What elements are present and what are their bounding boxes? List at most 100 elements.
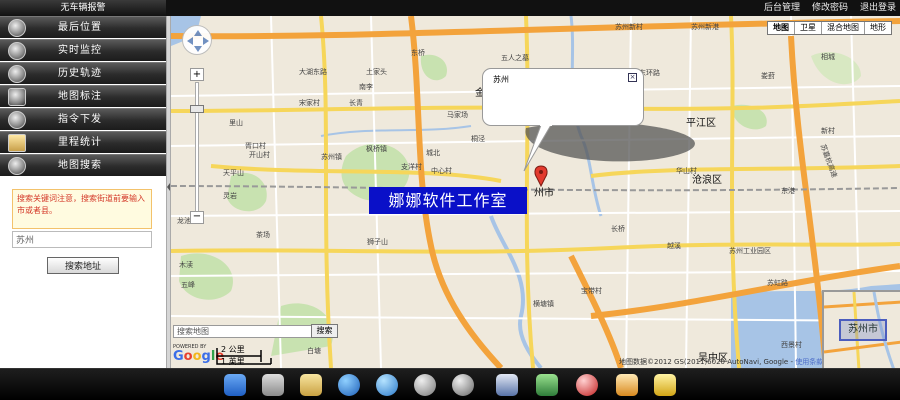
map-label: 中心村 — [431, 167, 452, 175]
info-window-tail — [523, 124, 552, 172]
top-links: 后台管理 修改密码 退出登录 — [764, 0, 896, 16]
change-password-link[interactable]: 修改密码 — [812, 0, 848, 16]
search-hint: 搜索关键词注意，搜索街道前要输入市或者县。 — [12, 189, 152, 229]
map-type-terrain[interactable]: 地形 — [864, 22, 891, 34]
command-icon — [8, 111, 26, 129]
map-label: 宝带村 — [581, 287, 602, 295]
zoom-slider-track[interactable] — [195, 82, 199, 214]
district-label: 州市 — [534, 188, 554, 199]
map-label: 相城 — [821, 53, 835, 61]
map-label: 五人之墓 — [501, 54, 529, 62]
pan-control[interactable] — [182, 25, 212, 55]
globe-icon[interactable] — [338, 374, 360, 396]
search-address-button[interactable]: 搜索地址 — [47, 257, 119, 274]
map-label: 东桥 — [411, 49, 425, 57]
clean-icon[interactable] — [654, 374, 676, 396]
settings-icon[interactable] — [536, 374, 558, 396]
map-type-hybrid[interactable]: 混合地图 — [821, 22, 864, 34]
menu-item-label: 地图标注 — [58, 91, 102, 102]
finder-icon[interactable] — [224, 374, 246, 396]
map-label: 茶场 — [256, 231, 270, 239]
menu-item-map-marker[interactable]: 地图标注 — [0, 85, 166, 107]
map-search-input[interactable]: 搜索地图 — [173, 325, 315, 338]
map-label: 桐泾 — [471, 135, 485, 143]
scale-km-label: 2 公里 — [221, 345, 245, 354]
menu-item-label: 指令下发 — [58, 114, 102, 125]
menu-item-last-position[interactable]: 最后位置 — [0, 16, 166, 38]
logout-link[interactable]: 退出登录 — [860, 0, 896, 16]
map-label: 苏虹路 — [767, 279, 788, 287]
map-canvas[interactable]: 大湖东路 土家头 东桥 南李 五人之墓 苏州新村 苏州新港 金 里山 宋家村 长… — [171, 16, 900, 368]
map-label: 开山村 — [249, 151, 270, 159]
map-label: 枫桥镇 — [366, 145, 387, 153]
map-label: 苏州工业园区 — [729, 247, 771, 255]
district-label: 平江区 — [686, 118, 716, 129]
map-label: 五峰 — [181, 281, 195, 289]
map-label: 里山 — [229, 119, 243, 127]
map-type-map[interactable]: 地图 — [768, 22, 794, 34]
tools-icon[interactable] — [496, 374, 518, 396]
map-search-icon — [8, 157, 26, 175]
map-copyright: 地图数据©2012 GS(2011)6020 AutoNavi, Google … — [619, 357, 823, 367]
app-window: 无车辆报警 后台管理 修改密码 退出登录 最后位置 实时监控 历史轨迹 地图标注… — [0, 0, 900, 400]
map-label: 西景村 — [781, 341, 802, 349]
scale-mi-label: 1 英里 — [221, 357, 245, 366]
menu-item-label: 里程统计 — [58, 137, 102, 148]
map-label: 白塘 — [307, 347, 321, 355]
menu-item-realtime-monitor[interactable]: 实时监控 — [0, 39, 166, 61]
menu-item-mileage[interactable]: 里程统计 — [0, 131, 166, 153]
studio-watermark: 娜娜软件工作室 — [369, 187, 527, 214]
app-dock — [0, 368, 900, 400]
map-label: 长青 — [349, 99, 363, 107]
apps-icon[interactable] — [616, 374, 638, 396]
mail-icon[interactable] — [262, 374, 284, 396]
menu-item-label: 最后位置 — [58, 22, 102, 33]
menu-item-map-search[interactable]: 地图搜索 — [0, 154, 166, 176]
menu-item-label: 历史轨迹 — [58, 68, 102, 79]
map-label: 新村 — [821, 127, 835, 135]
map-label: 大湖东路 — [299, 68, 327, 76]
map-label: 灵岩 — [223, 192, 237, 200]
address-search-input[interactable] — [12, 231, 152, 248]
history-track-icon — [8, 65, 26, 83]
map-label: 苏州新村 — [615, 23, 643, 31]
menu-item-history-track[interactable]: 历史轨迹 — [0, 62, 166, 84]
collapse-arrow-icon[interactable] — [167, 183, 170, 191]
map-label: 横塘镇 — [533, 300, 554, 308]
photo-icon[interactable] — [300, 374, 322, 396]
map-label: 长桥 — [611, 225, 625, 233]
terms-link[interactable]: 使用条款 — [795, 358, 823, 366]
zoom-in-button[interactable]: + — [190, 68, 204, 81]
alarm-status-label: 无车辆报警 — [0, 0, 166, 16]
map-label: 天平山 — [223, 169, 244, 177]
map-label: 宋家村 — [299, 99, 320, 107]
zoom-slider-thumb[interactable] — [190, 105, 204, 113]
district-label: 沧浪区 — [692, 175, 722, 186]
map-type-satellite[interactable]: 卫星 — [794, 22, 821, 34]
close-icon[interactable]: × — [628, 73, 637, 82]
menu-item-command[interactable]: 指令下发 — [0, 108, 166, 130]
map-label: 越溪 — [667, 242, 681, 250]
map-label: 城北 — [426, 149, 440, 157]
map-search-button[interactable]: 搜索 — [311, 324, 338, 338]
browser-icon[interactable] — [376, 374, 398, 396]
map-label: 苏州新港 — [691, 23, 719, 31]
info-window-title: 苏州 — [493, 75, 509, 84]
overview-map[interactable]: 苏州市 — [822, 290, 900, 368]
zoom-out-button[interactable]: − — [190, 211, 204, 224]
map-label: 苏州镇 — [321, 153, 342, 161]
map-label: 狮子山 — [367, 238, 388, 246]
overview-viewport[interactable]: 苏州市 — [839, 319, 887, 341]
safari-icon[interactable] — [576, 374, 598, 396]
map-label: 娄葑 — [761, 72, 775, 80]
map-label: 东港 — [781, 187, 795, 195]
map-label: 马家场 — [447, 111, 468, 119]
top-bar: 无车辆报警 后台管理 修改密码 退出登录 — [0, 0, 900, 16]
search-icon[interactable] — [414, 374, 436, 396]
map-marker-icon — [8, 88, 26, 106]
menu-item-label: 地图搜索 — [58, 160, 102, 171]
map-label: 龙池 — [177, 217, 191, 225]
sidebar: 最后位置 实时监控 历史轨迹 地图标注 指令下发 里程统计 地图搜索 搜索关键词… — [0, 16, 166, 368]
admin-link[interactable]: 后台管理 — [764, 0, 800, 16]
zoom-icon[interactable] — [452, 374, 474, 396]
